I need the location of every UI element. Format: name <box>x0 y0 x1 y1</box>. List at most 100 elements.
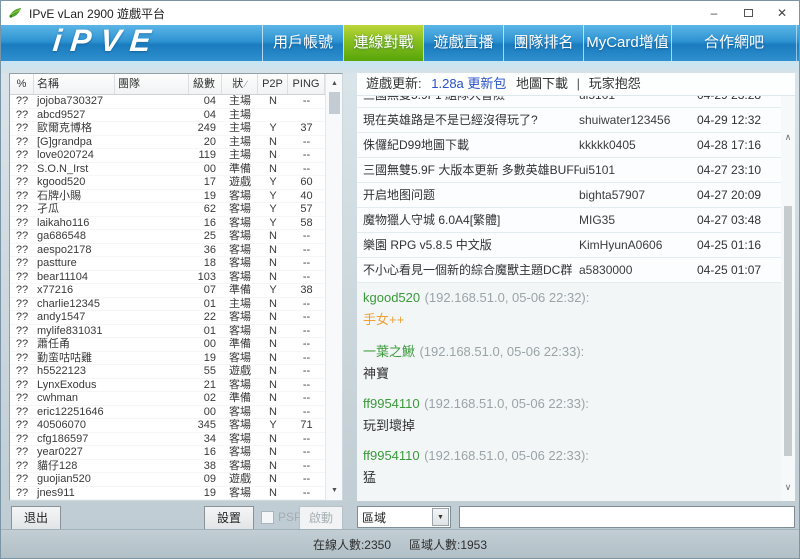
table-cell: N <box>258 473 288 486</box>
app-window: IPvE vLan 2900 遊戲平台 – ✕ iPVE 用戶帳號連線對戰遊戲直… <box>0 0 800 559</box>
table-row[interactable]: ??cwhman02準備N-- <box>10 392 326 406</box>
column-header[interactable]: PING <box>288 74 325 94</box>
column-header[interactable]: % <box>10 74 34 94</box>
nav-tab[interactable]: 遊戲直播 <box>423 25 503 61</box>
maximize-button[interactable] <box>731 1 765 25</box>
news-item[interactable]: 魔物獵人守城 6.0A4[繁體] MIG35 04-27 03:48 <box>357 208 781 233</box>
table-row[interactable]: ??bear11104103客場N-- <box>10 271 326 285</box>
table-cell: N <box>258 379 288 392</box>
chat-list: kgood520 (192.168.51.0, 05-06 22:32): 手女… <box>357 283 781 501</box>
news-item[interactable]: 三國無雙5.9F 大版本更新 多數英雄BUFF 新增強力武 ui5101 04-… <box>357 158 781 183</box>
table-row[interactable]: ??[G]grandpa20主場N-- <box>10 136 326 150</box>
table-row[interactable]: ??year022716客場N-- <box>10 446 326 460</box>
table-cell: ?? <box>10 433 34 446</box>
table-row[interactable]: ??x7721607準備Y38 <box>10 284 326 298</box>
table-cell: 客場 <box>222 379 258 392</box>
table-cell: N <box>258 257 288 270</box>
news-item[interactable]: 現在英雄路是不是已經沒得玩了? shuiwater123456 04-29 12… <box>357 108 781 133</box>
table-cell: -- <box>288 392 325 405</box>
chevron-down-icon[interactable]: ∨ <box>781 482 795 493</box>
table-cell: ?? <box>10 217 34 230</box>
table-row[interactable]: ??貓仔12838客場N-- <box>10 460 326 474</box>
scrollbar-thumb[interactable] <box>784 206 792 456</box>
table-cell: 客場 <box>222 487 258 500</box>
table-row[interactable]: ??abcd952704主場 <box>10 109 326 123</box>
scroll-down-icon[interactable]: ▼ <box>326 483 343 498</box>
news-author: KimHyunA0606 <box>579 233 697 257</box>
news-item[interactable]: 樂園 RPG v5.8.5 中文版 KimHyunA0606 04-25 01:… <box>357 233 781 258</box>
table-row[interactable]: ??石牌小賜19客場Y40 <box>10 190 326 204</box>
news-item[interactable]: 侏儸紀D99地圖下載 kkkkk0405 04-28 17:16 <box>357 133 781 158</box>
table-row[interactable]: ??jojoba73032704主場N-- <box>10 95 326 109</box>
scrollbar-thumb[interactable] <box>329 92 340 114</box>
table-cell: cfg186597 <box>34 433 115 446</box>
table-row[interactable]: ??pastture18客場N-- <box>10 257 326 271</box>
table-cell: ?? <box>10 95 34 108</box>
table-row[interactable]: ??h552212355遊戲N-- <box>10 365 326 379</box>
table-row[interactable]: ??S.O.N_Irst00準備N-- <box>10 163 326 177</box>
table-cell: 20 <box>189 136 222 149</box>
table-cell: bear11104 <box>34 271 115 284</box>
close-button[interactable]: ✕ <box>765 1 799 25</box>
minimize-button[interactable]: – <box>697 1 731 25</box>
update-package-link[interactable]: 1.28a 更新包 <box>431 76 506 91</box>
column-header[interactable]: P2P <box>258 74 288 94</box>
table-row[interactable]: ??laikaho11616客場Y58 <box>10 217 326 231</box>
table-row[interactable]: ??jnes91119客場N-- <box>10 487 326 501</box>
psp-checkbox[interactable] <box>261 511 274 524</box>
table-row[interactable]: ??andy154722客場N-- <box>10 311 326 325</box>
exit-button[interactable]: 退出 <box>11 506 61 530</box>
table-cell: 準備 <box>222 392 258 405</box>
psp-checkbox-group[interactable]: PSP <box>261 510 302 524</box>
table-cell: N <box>258 271 288 284</box>
table-row[interactable]: ??eric1225164600客場N-- <box>10 406 326 420</box>
player-complaint-link[interactable]: 玩家抱怨 <box>589 76 641 91</box>
nav-tab[interactable]: 合作網吧 <box>671 25 797 61</box>
column-header[interactable]: 團隊 <box>115 74 189 94</box>
table-row[interactable]: ??RUSH91211客場Y71 <box>10 500 326 501</box>
chevron-up-icon[interactable]: ∧ <box>781 132 795 143</box>
table-cell: 遊戲 <box>222 473 258 486</box>
chat-input[interactable] <box>459 506 795 528</box>
table-row[interactable]: ??aespo217836客場N-- <box>10 244 326 258</box>
table-row[interactable]: ??ga68654825客場N-- <box>10 230 326 244</box>
table-cell: 16 <box>189 446 222 459</box>
table-row[interactable]: ??cfg18659734客場N-- <box>10 433 326 447</box>
news-chat-scrollbar[interactable]: ∧ ∨ <box>781 96 795 501</box>
nav-tab[interactable]: 團隊排名 <box>503 25 583 61</box>
news-date: 04-25 01:07 <box>697 258 781 282</box>
table-row[interactable]: ??蕭任甬00準備N-- <box>10 338 326 352</box>
table-row[interactable]: ??guojian52009遊戲N-- <box>10 473 326 487</box>
news-date: 04-29 23:28 <box>697 96 781 107</box>
table-row[interactable]: ??歐爾克博格249主場Y37 <box>10 122 326 136</box>
chat-message-header: ff9954110 (192.168.51.0, 05-06 22:33): <box>363 447 781 465</box>
table-row[interactable]: ??孑瓜62客場Y57 <box>10 203 326 217</box>
region-select[interactable]: 區域 ▼ <box>357 506 451 528</box>
table-cell: 客場 <box>222 433 258 446</box>
table-cell: 主場 <box>222 149 258 162</box>
column-header[interactable]: 狀∕ <box>222 74 258 94</box>
map-download-link[interactable]: 地圖下載 <box>516 76 568 91</box>
table-cell: 19 <box>189 190 222 203</box>
player-table-scrollbar[interactable]: ▲ ▼ <box>325 74 342 500</box>
table-cell: N <box>258 298 288 311</box>
nav-tab[interactable]: MyCard增值 <box>583 25 671 61</box>
dropdown-arrow-icon[interactable]: ▼ <box>432 508 449 526</box>
table-row[interactable]: ??love020724119主場N-- <box>10 149 326 163</box>
news-item[interactable]: 不小心看見一個新的綜合魔獸主題DC群 a5830000 04-25 01:07 <box>357 258 781 283</box>
column-header[interactable]: 級數 <box>189 74 222 94</box>
news-item[interactable]: 开启地图问题 bighta57907 04-27 20:09 <box>357 183 781 208</box>
nav-tab[interactable]: 連線對戰 <box>343 25 423 61</box>
table-row[interactable]: ??charlie1234501主場N-- <box>10 298 326 312</box>
table-cell: 客場 <box>222 190 258 203</box>
settings-button[interactable]: 設置 <box>204 506 254 530</box>
nav-tab[interactable]: 用戶帳號 <box>262 25 343 61</box>
scroll-up-icon[interactable]: ▲ <box>326 76 343 91</box>
news-item[interactable]: 三國無雙5.9F1 組隊大冒險 ui5101 04-29 23:28 <box>357 96 781 108</box>
column-header[interactable]: 名稱 <box>34 74 115 94</box>
table-row[interactable]: ??勤蛮咕咕雞19客場N-- <box>10 352 326 366</box>
table-row[interactable]: ??kgood52017遊戲Y60 <box>10 176 326 190</box>
table-row[interactable]: ??40506070345客場Y71 <box>10 419 326 433</box>
table-row[interactable]: ??LynxExodus21客場N-- <box>10 379 326 393</box>
table-row[interactable]: ??mylife83103101客場N-- <box>10 325 326 339</box>
